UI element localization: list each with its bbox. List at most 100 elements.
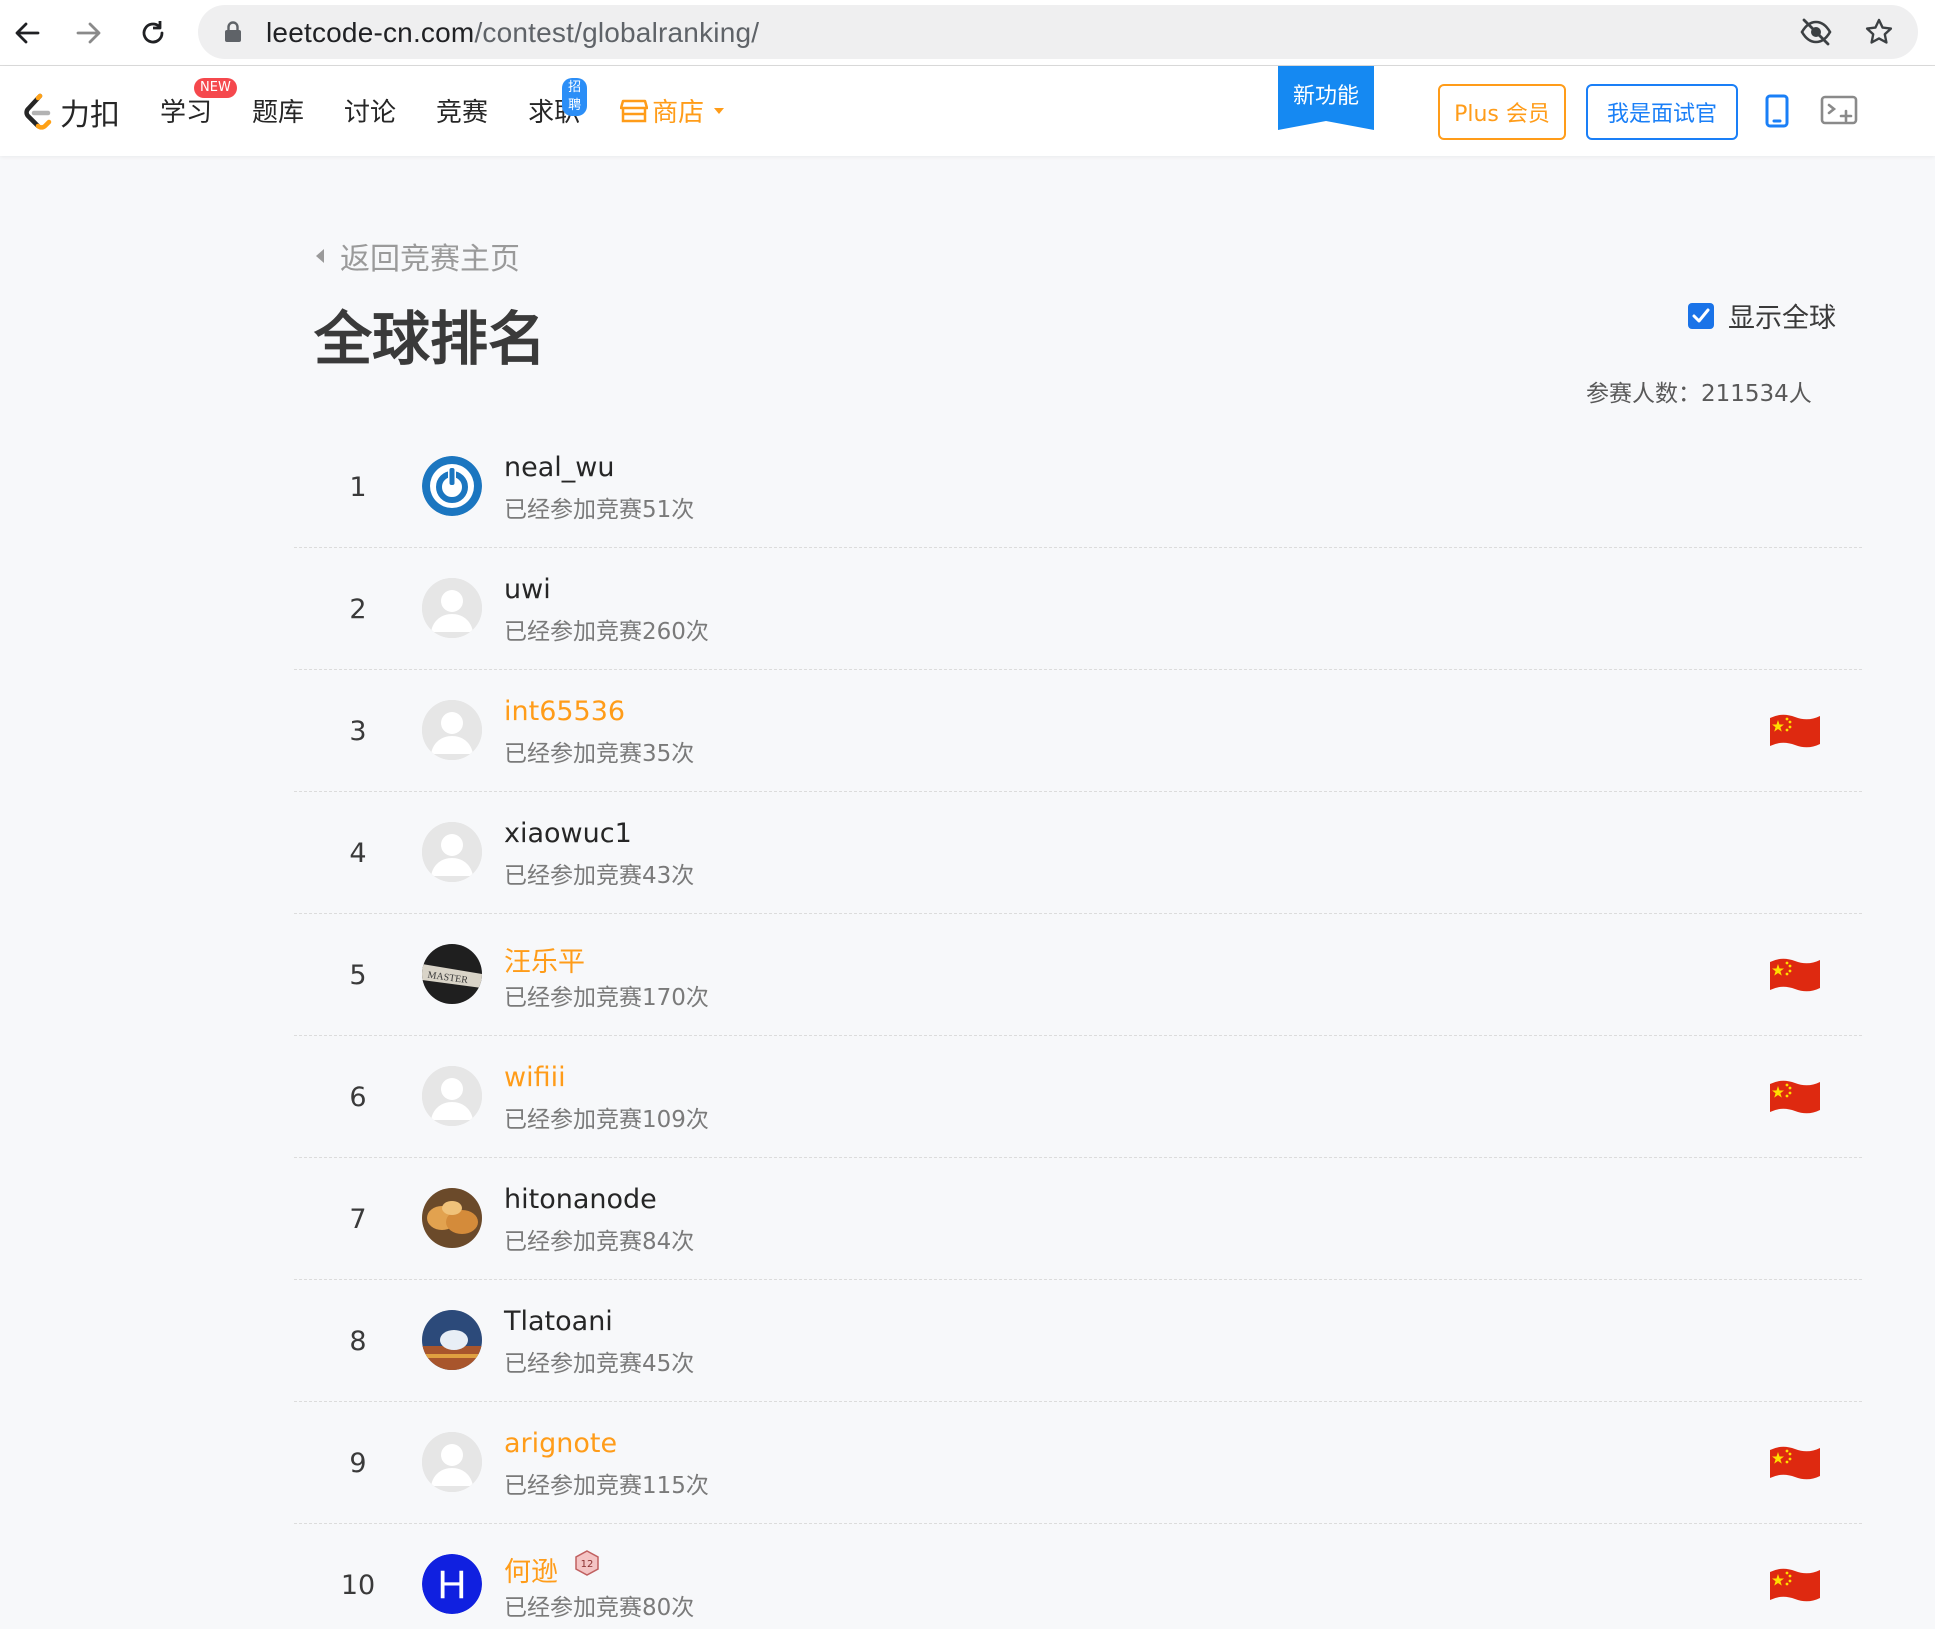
ranking-row: 1 neal_wu 已经参加竞赛51次 <box>294 426 1862 548</box>
address-bar[interactable]: leetcode-cn.com/contest/globalranking/ <box>198 5 1918 59</box>
contest-count: 已经参加竞赛109次 <box>504 1107 709 1133</box>
reload-icon[interactable] <box>132 12 174 54</box>
ranking-row: 6 wifiii 已经参加竞赛109次 <box>294 1036 1862 1158</box>
plus-membership-button[interactable]: Plus 会员 <box>1438 84 1566 140</box>
nav-discuss-label: 讨论 <box>344 98 397 128</box>
rank-number: 9 <box>349 1448 367 1479</box>
rank-number: 7 <box>349 1204 367 1235</box>
nav-store-label: 商店 <box>652 98 705 128</box>
contest-count: 已经参加竞赛45次 <box>504 1351 695 1377</box>
interviewer-button[interactable]: 我是面试官 <box>1586 84 1738 140</box>
china-flag-icon <box>1768 712 1822 750</box>
user-avatar[interactable] <box>422 1188 482 1248</box>
page-title: 全球排名 <box>314 305 547 373</box>
contest-count: 已经参加竞赛43次 <box>504 863 695 889</box>
caret-left-icon <box>316 249 324 263</box>
rank-number: 1 <box>349 472 367 503</box>
url-text[interactable]: leetcode-cn.com/contest/globalranking/ <box>266 17 759 49</box>
lock-icon[interactable] <box>224 21 242 47</box>
username-link[interactable]: int65536 <box>504 696 625 727</box>
rank-number: 5 <box>349 960 367 991</box>
hiring-badge: 招聘 <box>562 78 588 116</box>
username-link[interactable]: 汪乐平 <box>504 940 585 979</box>
ranking-row: 2 uwi 已经参加竞赛260次 <box>294 548 1862 670</box>
rank-number: 4 <box>349 838 367 869</box>
user-avatar[interactable]: MASTER <box>422 944 482 1004</box>
contest-count: 已经参加竞赛260次 <box>504 619 709 645</box>
contest-count: 已经参加竞赛35次 <box>504 741 695 767</box>
user-avatar[interactable] <box>422 1432 482 1492</box>
site-header: 力扣 学习 NEW 题库 讨论 竞赛 求职 招聘 商店 新功能 Plus 会员 … <box>0 66 1935 156</box>
user-avatar[interactable] <box>422 700 482 760</box>
rank-number: 2 <box>349 594 367 625</box>
ranking-list: 1 neal_wu 已经参加竞赛51次 2 uwi 已经参加竞赛260次 3 int65536… <box>294 426 1862 1629</box>
rank-number: 6 <box>349 1082 367 1113</box>
ranking-row: 10 H 何逊 12 已经参加竞赛80次 <box>294 1524 1862 1629</box>
ranking-row: 8 Tlatoani 已经参加竞赛45次 <box>294 1280 1862 1402</box>
show-global-label: 显示全球 <box>1728 303 1836 334</box>
contest-count: 已经参加竞赛51次 <box>504 497 695 523</box>
back-to-contest-link[interactable]: 返回竞赛主页 <box>314 234 520 278</box>
china-flag-icon <box>1768 956 1822 994</box>
nav-contest[interactable]: 竞赛 <box>436 92 488 129</box>
participant-count: 参赛人数：211534人 <box>1586 381 1812 407</box>
username-link[interactable]: Tlatoani <box>504 1306 613 1337</box>
svg-text:12: 12 <box>581 1559 594 1570</box>
username-link[interactable]: wifiii <box>504 1062 566 1093</box>
nav-learn[interactable]: 学习 NEW <box>160 78 237 129</box>
svg-text:H: H <box>438 1563 467 1607</box>
username-link[interactable]: xiaowuc1 <box>504 818 632 849</box>
contest-count: 已经参加竞赛80次 <box>504 1595 695 1621</box>
checkmark-icon <box>1692 308 1710 322</box>
logo-text: 力扣 <box>60 98 120 133</box>
browser-toolbar: leetcode-cn.com/contest/globalranking/ <box>0 0 1935 66</box>
leetcode-logo-icon <box>24 93 52 130</box>
contest-count: 已经参加竞赛84次 <box>504 1229 695 1255</box>
user-avatar[interactable] <box>422 456 482 516</box>
ranking-row: 3 int65536 已经参加竞赛35次 <box>294 670 1862 792</box>
ranking-row: 7 hitonanode 已经参加竞赛84次 <box>294 1158 1862 1280</box>
console-icon[interactable] <box>1820 94 1858 132</box>
username-link[interactable]: hitonanode <box>504 1184 657 1215</box>
user-avatar[interactable] <box>422 1066 482 1126</box>
nav-problems[interactable]: 题库 <box>252 92 304 129</box>
nav-discuss[interactable]: 讨论 <box>344 92 396 129</box>
contest-count: 已经参加竞赛115次 <box>504 1473 709 1499</box>
store-icon <box>620 99 649 122</box>
caret-down-icon <box>714 107 725 114</box>
user-avatar[interactable]: H <box>422 1554 482 1614</box>
new-badge: NEW <box>194 78 237 98</box>
nav-learn-label: 学习 <box>160 98 213 128</box>
nav-problems-label: 题库 <box>252 98 305 128</box>
ranking-row: 5 MASTER 汪乐平已经参加竞赛170次 <box>294 914 1862 1036</box>
forward-arrow-icon[interactable] <box>68 12 110 54</box>
user-avatar[interactable] <box>422 578 482 638</box>
show-global-toggle[interactable]: 显示全球 <box>1688 296 1836 335</box>
rank-number: 10 <box>340 1570 376 1601</box>
nav-contest-label: 竞赛 <box>436 98 489 128</box>
username-link[interactable]: 何逊 <box>504 1550 558 1589</box>
ranking-row: 4 xiaowuc1 已经参加竞赛43次 <box>294 792 1862 914</box>
user-avatar[interactable] <box>422 822 482 882</box>
contest-count: 已经参加竞赛170次 <box>504 985 709 1011</box>
leetcode-logo[interactable]: 力扣 <box>20 90 120 134</box>
rank-number: 3 <box>349 716 367 747</box>
eye-slash-icon[interactable] <box>1800 17 1832 51</box>
username-link[interactable]: arignote <box>504 1428 617 1459</box>
nav-jobs[interactable]: 求职 招聘 <box>528 78 588 129</box>
star-bookmark-icon[interactable] <box>1864 17 1894 51</box>
username-link[interactable]: uwi <box>504 574 551 605</box>
user-avatar[interactable] <box>422 1310 482 1370</box>
china-flag-icon <box>1768 1566 1822 1604</box>
level-badge-icon: 12 <box>574 1550 600 1580</box>
back-arrow-icon[interactable] <box>6 12 48 54</box>
new-feature-ribbon[interactable]: 新功能 <box>1278 66 1374 130</box>
main-nav: 学习 NEW 题库 讨论 竞赛 求职 招聘 商店 <box>160 78 766 129</box>
ranking-row: 9 arignote 已经参加竞赛115次 <box>294 1402 1862 1524</box>
show-global-checkbox[interactable] <box>1688 302 1714 329</box>
username-link[interactable]: neal_wu <box>504 452 614 483</box>
back-link-label: 返回竞赛主页 <box>340 242 520 277</box>
china-flag-icon <box>1768 1444 1822 1482</box>
nav-store[interactable]: 商店 <box>620 92 726 129</box>
mobile-phone-icon[interactable] <box>1764 94 1790 132</box>
